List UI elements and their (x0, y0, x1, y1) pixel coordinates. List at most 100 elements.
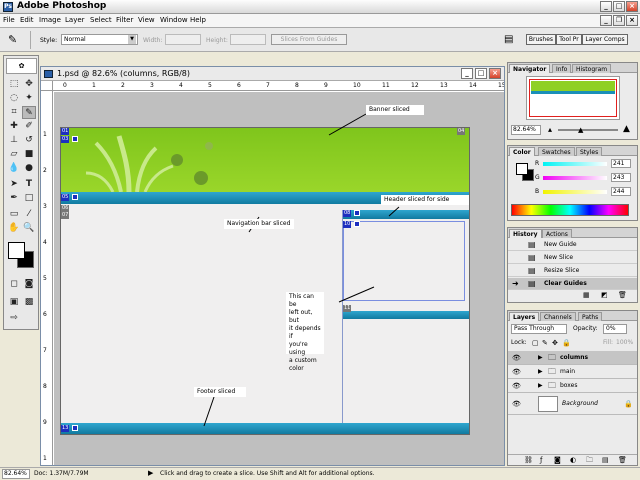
slice-badge-11[interactable]: 11 (343, 305, 352, 312)
tab-swatches[interactable]: Swatches (538, 147, 575, 156)
menu-edit[interactable]: Edit (20, 16, 34, 24)
doc-minimize-button[interactable]: _ (600, 15, 612, 26)
slice-badge-03[interactable]: 03 (61, 136, 70, 143)
history-brush-tool-icon[interactable]: ↺ (22, 134, 36, 147)
color-foreground-swatch-front[interactable] (516, 163, 528, 175)
zoom-out-icon[interactable]: ▴ (548, 125, 552, 134)
adobe-online-icon[interactable]: ✿ (6, 58, 37, 74)
screen-mode-icon[interactable]: ▣ (7, 296, 21, 309)
expand-arrow-icon[interactable]: ▶ (538, 379, 543, 393)
slice-badge-01[interactable]: 01 (61, 128, 70, 135)
brush-tool-icon[interactable]: ✐ (22, 120, 36, 133)
maximize-button[interactable]: □ (613, 1, 625, 12)
document-canvas[interactable]: 01 03 04 05 06 07 08 10 11 13 (60, 127, 470, 435)
minimize-button[interactable]: _ (600, 1, 612, 12)
width-input[interactable] (165, 34, 201, 45)
menu-view[interactable]: View (138, 16, 155, 24)
expand-arrow-icon[interactable]: ▶ (538, 365, 543, 379)
new-snapshot-icon[interactable]: ◩ (601, 291, 608, 299)
new-document-from-state-icon[interactable]: ▦ (583, 291, 590, 299)
red-input[interactable]: 241 (611, 159, 631, 168)
layer-row-boxes[interactable]: 👁 ▶ 🗀 boxes (508, 379, 637, 393)
notes-tool-icon[interactable]: ▭ (7, 208, 21, 221)
navigator-view-box[interactable] (529, 79, 617, 117)
move-tool-icon[interactable]: ✥ (22, 78, 36, 91)
menu-filter[interactable]: Filter (116, 16, 133, 24)
slice-badge-08[interactable]: 08 (343, 210, 352, 217)
adjustment-layer-icon[interactable]: ◐ (570, 456, 576, 464)
eyedropper-tool-icon[interactable]: ⁄ (22, 208, 36, 221)
history-item[interactable]: ▤ Resize Slice (508, 265, 637, 277)
doc-restore-button[interactable]: ❐ (613, 15, 625, 26)
new-group-icon[interactable]: 🗀 (586, 456, 593, 467)
tab-info[interactable]: Info (552, 64, 572, 73)
document-maximize-button[interactable]: □ (475, 68, 487, 79)
layer-row-columns[interactable]: 👁 ▶ 🗀 columns (508, 351, 637, 365)
opacity-input[interactable]: 0% (603, 324, 627, 334)
doc-close-button[interactable]: × (626, 15, 638, 26)
crop-tool-icon[interactable]: ⌗ (7, 106, 21, 119)
new-layer-icon[interactable]: ▤ (602, 456, 609, 464)
tab-color[interactable]: Color (509, 147, 535, 156)
menu-layer[interactable]: Layer (65, 16, 85, 24)
canvas-area[interactable]: 01 03 04 05 06 07 08 10 11 13 Banner sli… (54, 92, 504, 465)
slice-badge-04[interactable]: 04 (457, 128, 466, 135)
standard-mode-icon[interactable]: ◻ (7, 278, 21, 291)
navigator-zoom-slider[interactable] (558, 129, 618, 131)
blur-tool-icon[interactable]: 💧 (7, 162, 21, 175)
horizontal-ruler[interactable]: 0123456789101112131415 (53, 81, 504, 91)
quick-mask-mode-icon[interactable]: ◙ (22, 278, 36, 291)
trash-icon[interactable]: 🗑 (618, 456, 627, 464)
slice-badge-05[interactable]: 05 (61, 194, 70, 201)
green-slider[interactable] (543, 176, 607, 180)
menu-select[interactable]: Select (90, 16, 112, 24)
history-item-selected[interactable]: ➜ ▤ Clear Guides (508, 278, 637, 290)
document-minimize-button[interactable]: _ (461, 68, 473, 79)
zoom-tool-icon[interactable]: 🔍 (22, 222, 36, 235)
layer-style-icon[interactable]: ƒ (540, 456, 542, 464)
lock-transparent-icon[interactable]: ▢ (532, 339, 539, 347)
layer-mask-icon[interactable]: ◙ (554, 456, 561, 464)
history-item[interactable]: ▤ New Guide (508, 239, 637, 251)
slice-badge-07[interactable]: 07 (61, 212, 70, 219)
lock-all-icon[interactable]: 🔒 (562, 339, 571, 347)
eye-icon[interactable]: 👁 (512, 393, 521, 415)
color-ramp[interactable] (511, 204, 629, 216)
layer-row-background[interactable]: 👁 Background 🔒 (508, 393, 637, 415)
healing-brush-tool-icon[interactable]: ✚ (7, 120, 21, 133)
navigator-thumbnail[interactable] (526, 76, 620, 120)
tab-layers[interactable]: Layers (509, 312, 540, 321)
blue-slider[interactable] (543, 190, 607, 194)
lock-position-icon[interactable]: ✥ (552, 339, 558, 347)
status-menu-arrow-icon[interactable]: ▶ (148, 469, 153, 477)
jump-to-imageready-icon[interactable]: ⇨ (7, 312, 21, 325)
status-zoom-input[interactable]: 82.64% (2, 469, 30, 479)
zoom-in-icon[interactable]: ▲ (623, 124, 630, 134)
close-button[interactable]: × (626, 1, 638, 12)
tab-paths[interactable]: Paths (578, 312, 603, 321)
tab-channels[interactable]: Channels (540, 312, 576, 321)
expand-arrow-icon[interactable]: ▶ (538, 351, 543, 365)
slice-badge-13[interactable]: 13 (61, 425, 70, 432)
ruler-origin[interactable] (41, 81, 53, 91)
slice-badge-10[interactable]: 10 (343, 221, 352, 228)
link-layers-icon[interactable]: ⛓ (524, 456, 533, 464)
marquee-tool-icon[interactable]: ⬚ (7, 78, 21, 91)
layer-row-main[interactable]: 👁 ▶ 🗀 main (508, 365, 637, 379)
layer-comps-well-tab[interactable]: Layer Comps (582, 34, 628, 45)
style-select[interactable]: Normal ▼ (61, 34, 138, 45)
lasso-tool-icon[interactable]: ◌ (7, 92, 21, 105)
eraser-tool-icon[interactable]: ▱ (7, 148, 21, 161)
tab-actions[interactable]: Actions (542, 229, 572, 238)
navigator-zoom-input[interactable]: 82.64% (511, 125, 541, 135)
slice-tool-icon[interactable]: ✎ (8, 33, 17, 46)
foreground-color-swatch-front[interactable] (8, 242, 25, 259)
brushes-well-tab[interactable]: Brushes (526, 34, 556, 45)
lock-image-icon[interactable]: ✎ (542, 339, 548, 347)
eye-icon[interactable]: 👁 (512, 365, 521, 379)
blue-input[interactable]: 244 (611, 187, 631, 196)
tool-presets-well-tab[interactable]: Tool Pr (556, 34, 582, 45)
eye-icon[interactable]: 👁 (512, 351, 521, 365)
history-item[interactable]: ▤ New Slice (508, 252, 637, 264)
height-input[interactable] (230, 34, 266, 45)
